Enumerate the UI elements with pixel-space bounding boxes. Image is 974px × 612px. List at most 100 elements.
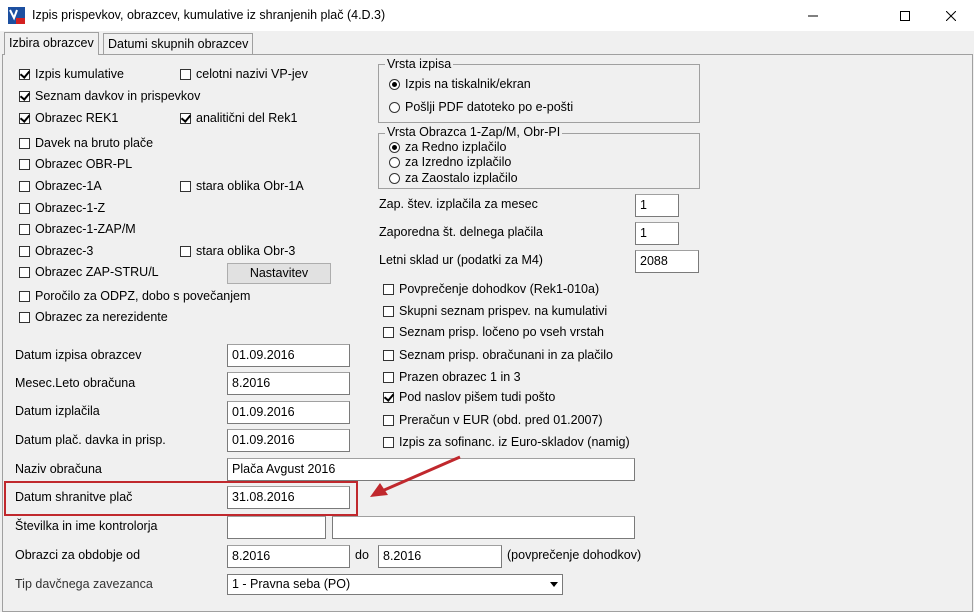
checkbox-obrazec-zap-stru-l[interactable]: Obrazec ZAP-STRU/L <box>19 265 159 279</box>
minimize-icon <box>808 15 818 16</box>
datum-izplacila-input[interactable]: 01.09.2016 <box>227 401 350 424</box>
checkbox-davek-na-bruto-place[interactable]: Davek na bruto plače <box>19 136 153 150</box>
minimize-button[interactable] <box>790 0 836 31</box>
radio-dot <box>389 141 400 153</box>
checkbox-label: Skupni seznam prispev. na kumulativi <box>399 304 608 318</box>
radio-zaostalo[interactable]: za Zaostalo izplačilo <box>389 171 518 185</box>
dropdown-arrow-icon <box>545 575 562 594</box>
app-logo-icon <box>8 7 25 24</box>
checkbox-box <box>19 223 30 235</box>
zaporedna-st-label: Zaporedna št. delnega plačila <box>379 225 544 239</box>
datum-izplacila-label: Datum izplačila <box>15 404 100 418</box>
checkbox-label: Poročilo za ODPZ, dobo s povečanjem <box>35 289 251 303</box>
datum-izpisa-label: Datum izpisa obrazcev <box>15 348 142 362</box>
checkbox-stara-oblika-obr-1a[interactable]: stara oblika Obr-1A <box>180 179 304 193</box>
checkbox-label: Obrazec-3 <box>35 244 94 258</box>
client-area: Izbira obrazcev Datumi skupnih obrazcev … <box>0 31 974 612</box>
zap-stev-input[interactable]: 1 <box>635 194 679 217</box>
checkbox-label: Seznam prisp. ločeno po vseh vrstah <box>399 325 604 339</box>
checkbox-box <box>19 202 30 214</box>
radio-redno[interactable]: za Redno izplačilo <box>389 140 506 154</box>
kontrolor-name-input[interactable] <box>332 516 635 539</box>
radio-izpis-tiskalnik[interactable]: Izpis na tiskalnik/ekran <box>389 77 531 91</box>
checkbox-obrazec-za-nerezidente[interactable]: Obrazec za nerezidente <box>19 310 168 324</box>
radio-poslji-pdf[interactable]: Pošlji PDF datoteko po e-pošti <box>389 100 573 114</box>
title-bar: Izpis prispevkov, obrazcev, kumulative i… <box>0 0 974 32</box>
checkbox-preracun-v-eur-obd-pred-01-2007[interactable]: Preračun v EUR (obd. pred 01.2007) <box>383 413 603 427</box>
datum-plac-davka-label: Datum plač. davka in prisp. <box>15 433 166 447</box>
datum-izpisa-input[interactable]: 01.09.2016 <box>227 344 350 367</box>
radio-label: za Redno izplačilo <box>405 140 507 154</box>
checkbox-povprecenje-dohodkov-rek1-010a[interactable]: Povprečenje dohodkov (Rek1-010a) <box>383 282 599 296</box>
checkbox-label: Povprečenje dohodkov (Rek1-010a) <box>399 282 600 296</box>
checkbox-porocilo-za-odpz-dobo-s-povecanjem[interactable]: Poročilo za ODPZ, dobo s povečanjem <box>19 289 250 303</box>
obdobje-to-input[interactable]: 8.2016 <box>378 545 502 568</box>
checkbox-label: Izpis za sofinanc. iz Euro-skladov (nami… <box>399 435 630 449</box>
checkbox-izpis-za-sofinanc-iz-euro-skladov-namig[interactable]: Izpis za sofinanc. iz Euro-skladov (nami… <box>383 435 630 449</box>
maximize-button[interactable] <box>882 0 928 31</box>
checkbox-stara-oblika-obr-3[interactable]: stara oblika Obr-3 <box>180 244 295 258</box>
checkbox-obrazec-1a[interactable]: Obrazec-1A <box>19 179 102 193</box>
checkbox-analiticni-del-rek1[interactable]: analitični del Rek1 <box>180 111 297 125</box>
checkbox-box <box>383 326 394 338</box>
radio-label: za Izredno izplačilo <box>405 155 512 169</box>
obdobje-from-input[interactable]: 8.2016 <box>227 545 350 568</box>
checkbox-box <box>180 180 191 192</box>
datum-shranitve-label: Datum shranitve plač <box>15 490 133 504</box>
checkbox-box <box>19 245 30 257</box>
checkbox-box <box>19 68 30 80</box>
checkbox-label: analitični del Rek1 <box>196 111 298 125</box>
letni-sklad-input[interactable]: 2088 <box>635 250 699 273</box>
checkbox-pod-naslov-pisem-tudi-posto[interactable]: Pod naslov pišem tudi pošto <box>383 390 555 404</box>
datum-shranitve-input[interactable]: 31.08.2016 <box>227 486 350 509</box>
checkbox-label: celotni nazivi VP-jev <box>196 67 308 81</box>
checkbox-celotni-nazivi-vp-jev[interactable]: celotni nazivi VP-jev <box>180 67 308 81</box>
tip-zavezanca-select[interactable]: 1 - Pravna seba (PO) <box>227 574 563 595</box>
checkbox-seznam-davkov-in-prispevkov[interactable]: Seznam davkov in prispevkov <box>19 89 200 103</box>
checkbox-label: Seznam davkov in prispevkov <box>35 89 201 103</box>
checkbox-box <box>383 391 394 403</box>
datum-plac-davka-input[interactable]: 01.09.2016 <box>227 429 350 452</box>
checkbox-box <box>19 137 30 149</box>
checkbox-label: Obrazec-1-Z <box>35 201 106 215</box>
checkbox-box <box>383 283 394 295</box>
checkbox-box <box>19 158 30 170</box>
checkbox-obrazec-1-z[interactable]: Obrazec-1-Z <box>19 201 105 215</box>
checkbox-obrazec-obr-pl[interactable]: Obrazec OBR-PL <box>19 157 132 171</box>
checkbox-box <box>19 90 30 102</box>
nastavitev-button[interactable]: Nastavitev <box>227 263 331 284</box>
checkbox-prazen-obrazec-1-in-3[interactable]: Prazen obrazec 1 in 3 <box>383 370 521 384</box>
checkbox-obrazec-1-zap-m[interactable]: Obrazec-1-ZAP/M <box>19 222 136 236</box>
checkbox-box <box>383 414 394 426</box>
checkbox-obrazec-rek1[interactable]: Obrazec REK1 <box>19 111 118 125</box>
radio-label: Pošlji PDF datoteko po e-pošti <box>405 100 574 114</box>
radio-izredno[interactable]: za Izredno izplačilo <box>389 155 511 169</box>
kontrolor-label: Številka in ime kontrolorja <box>15 519 158 533</box>
radio-dot <box>389 78 400 90</box>
tab-datumi-skupnih-obrazcev[interactable]: Datumi skupnih obrazcev <box>103 33 254 54</box>
window-title: Izpis prispevkov, obrazcev, kumulative i… <box>32 8 386 22</box>
radio-dot <box>389 101 400 113</box>
checkbox-label: Obrazec za nerezidente <box>35 310 168 324</box>
checkbox-izpis-kumulative[interactable]: Izpis kumulative <box>19 67 124 81</box>
checkbox-seznam-prisp-loceno-po-vseh-vrstah[interactable]: Seznam prisp. ločeno po vseh vrstah <box>383 325 604 339</box>
checkbox-seznam-prisp-obracunani-in-za-placilo[interactable]: Seznam prisp. obračunani in za plačilo <box>383 348 613 362</box>
checkbox-label: Prazen obrazec 1 in 3 <box>399 370 521 384</box>
checkbox-obrazec-3[interactable]: Obrazec-3 <box>19 244 93 258</box>
zaporedna-st-input[interactable]: 1 <box>635 222 679 245</box>
checkbox-skupni-seznam-prispev-na-kumulativi[interactable]: Skupni seznam prispev. na kumulativi <box>383 304 607 318</box>
tip-zavezanca-label: Tip davčnega zavezanca <box>15 577 153 591</box>
tab-izbira-obrazcev[interactable]: Izbira obrazcev <box>4 32 99 55</box>
obdobje-label: Obrazci za obdobje od <box>15 548 141 562</box>
radio-dot <box>389 156 400 168</box>
radio-label: Izpis na tiskalnik/ekran <box>405 77 531 91</box>
mesec-leto-input[interactable]: 8.2016 <box>227 372 350 395</box>
kontrolor-number-input[interactable] <box>227 516 326 539</box>
checkbox-label: Obrazec-1A <box>35 179 102 193</box>
close-button[interactable] <box>928 0 974 31</box>
checkbox-box <box>19 311 30 323</box>
checkbox-box <box>19 266 30 278</box>
checkbox-label: Davek na bruto plače <box>35 136 154 150</box>
checkbox-label: stara oblika Obr-1A <box>196 179 304 193</box>
checkbox-box <box>383 349 394 361</box>
